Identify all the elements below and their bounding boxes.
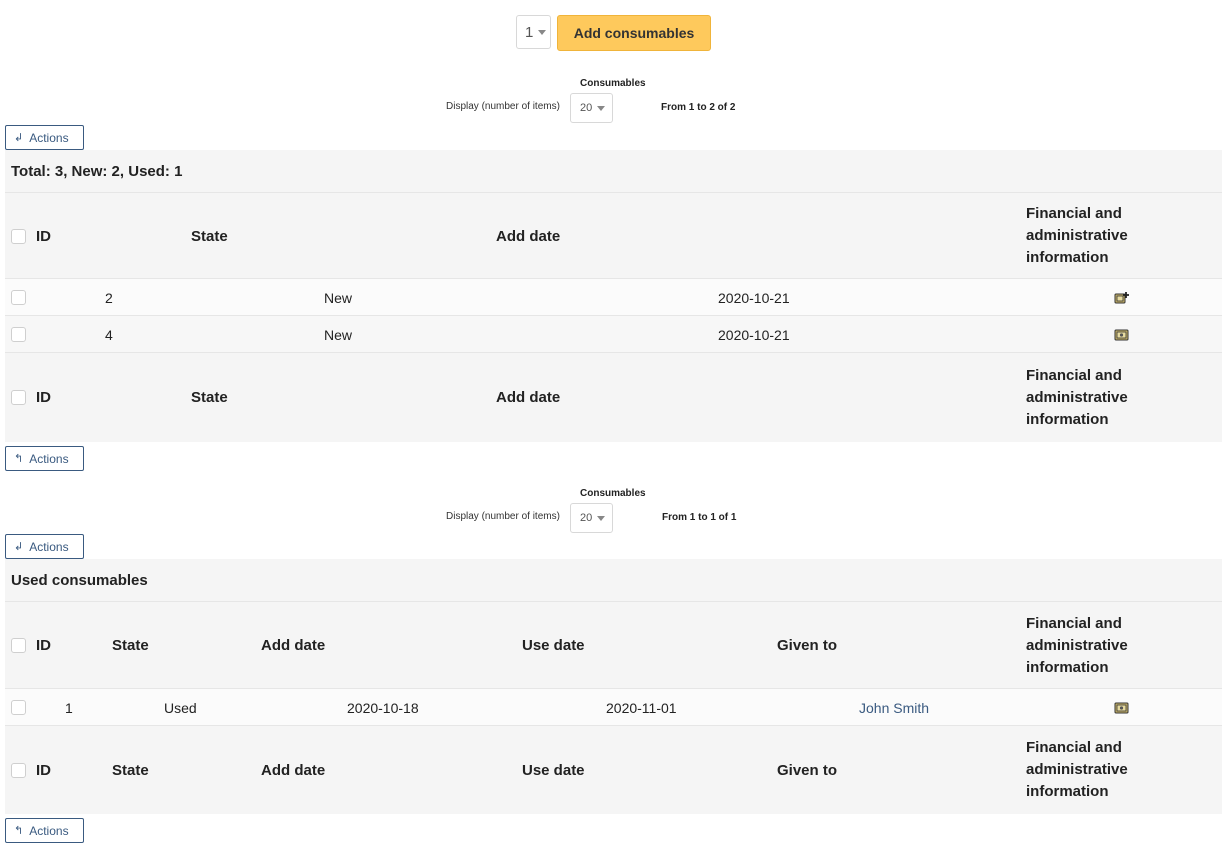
column-header-add-date[interactable]: Add date: [261, 726, 325, 814]
select-all-checkbox[interactable]: [11, 390, 26, 405]
cell-state: Used: [164, 699, 197, 716]
quantity-value: 1: [525, 23, 534, 41]
pager-title: Consumables: [580, 488, 646, 499]
cell-id: 1: [65, 699, 73, 716]
actions-button[interactable]: ↰ Actions: [5, 446, 84, 471]
arrow-down-left-icon: ↲: [14, 541, 24, 553]
per-page-value: 20: [580, 512, 593, 524]
column-header-state[interactable]: State: [112, 602, 149, 689]
column-header-financial[interactable]: Financial and administrative information: [1026, 353, 1176, 442]
per-page-select[interactable]: 20: [570, 503, 613, 533]
actions-label: Actions: [29, 539, 69, 554]
cell-state: New: [324, 326, 353, 343]
chevron-down-icon: [597, 515, 606, 521]
select-all-checkbox[interactable]: [11, 638, 26, 653]
consumables-table: Total: 3, New: 2, Used: 1 ID State Add d…: [5, 150, 1222, 442]
table-row: 4 New 2020-10-21: [5, 315, 1222, 353]
cell-add-date: 2020-10-21: [718, 326, 790, 343]
chevron-down-icon: [597, 105, 606, 111]
column-header-financial[interactable]: Financial and administrative information: [1026, 193, 1176, 279]
pager-count: From 1 to 2 of 2: [661, 102, 736, 113]
chevron-down-icon: [538, 29, 547, 35]
actions-label: Actions: [29, 823, 69, 838]
table-row: 2 New 2020-10-21: [5, 278, 1222, 316]
cell-use-date: 2020-11-01: [606, 699, 677, 716]
select-all-checkbox[interactable]: [11, 228, 26, 244]
row-checkbox[interactable]: [11, 290, 26, 305]
cell-add-date: 2020-10-18: [347, 699, 419, 716]
cell-state: New: [324, 289, 353, 306]
actions-button[interactable]: ↲ Actions: [5, 534, 84, 559]
column-header-financial[interactable]: Financial and administrative information: [1026, 602, 1176, 689]
used-consumables-table: Used consumables ID State Add date Use d…: [5, 559, 1222, 814]
financial-info-icon[interactable]: [1114, 701, 1130, 715]
table-caption: Total: 3, New: 2, Used: 1: [11, 162, 183, 180]
financial-info-icon[interactable]: [1114, 328, 1130, 342]
per-page-value: 20: [580, 102, 593, 114]
cell-id: 4: [105, 326, 113, 343]
quantity-select[interactable]: 1: [516, 15, 551, 49]
row-checkbox[interactable]: [11, 700, 26, 715]
table-caption: Used consumables: [11, 571, 148, 589]
column-header-use-date[interactable]: Use date: [522, 726, 585, 814]
column-header-financial[interactable]: Financial and administrative information: [1026, 726, 1176, 814]
financial-add-icon[interactable]: [1114, 291, 1130, 305]
column-header-given-to[interactable]: Given to: [777, 726, 837, 814]
arrow-up-left-icon: ↰: [14, 825, 24, 837]
pager-count: From 1 to 1 of 1: [662, 512, 737, 523]
add-consumables-button[interactable]: Add consumables: [557, 15, 711, 51]
actions-label: Actions: [29, 451, 69, 466]
column-header-state[interactable]: State: [112, 726, 149, 814]
row-checkbox[interactable]: [11, 327, 26, 342]
cell-add-date: 2020-10-21: [718, 289, 790, 306]
select-all-checkbox[interactable]: [11, 762, 26, 778]
column-header-id[interactable]: ID: [36, 726, 51, 814]
column-header-state[interactable]: State: [191, 193, 228, 279]
table-header-row: ID State Add date Financial and administ…: [5, 192, 1222, 279]
column-header-state[interactable]: State: [191, 353, 228, 442]
column-header-add-date[interactable]: Add date: [261, 602, 325, 689]
per-page-select[interactable]: 20: [570, 93, 613, 123]
actions-button[interactable]: ↰ Actions: [5, 818, 84, 843]
arrow-down-left-icon: ↲: [14, 132, 24, 144]
column-header-id[interactable]: ID: [36, 193, 51, 279]
column-header-add-date[interactable]: Add date: [496, 193, 560, 279]
cell-id: 2: [105, 289, 113, 306]
column-header-given-to[interactable]: Given to: [777, 602, 837, 689]
given-to-link[interactable]: John Smith: [859, 689, 929, 726]
actions-label: Actions: [29, 130, 69, 145]
table-row: 1 Used 2020-10-18 2020-11-01 John Smith: [5, 688, 1222, 726]
pager-title: Consumables: [580, 78, 646, 89]
actions-button[interactable]: ↲ Actions: [5, 125, 84, 150]
column-header-add-date[interactable]: Add date: [496, 353, 560, 442]
arrow-up-left-icon: ↰: [14, 453, 24, 465]
column-header-id[interactable]: ID: [36, 353, 51, 442]
column-header-id[interactable]: ID: [36, 602, 51, 689]
column-header-use-date[interactable]: Use date: [522, 602, 585, 689]
table-footer-row: ID State Add date Use date Given to Fina…: [5, 725, 1222, 814]
table-header-row: ID State Add date Use date Given to Fina…: [5, 601, 1222, 689]
display-label: Display (number of items): [446, 511, 560, 522]
display-label: Display (number of items): [446, 101, 560, 112]
table-footer-row: ID State Add date Financial and administ…: [5, 352, 1222, 442]
